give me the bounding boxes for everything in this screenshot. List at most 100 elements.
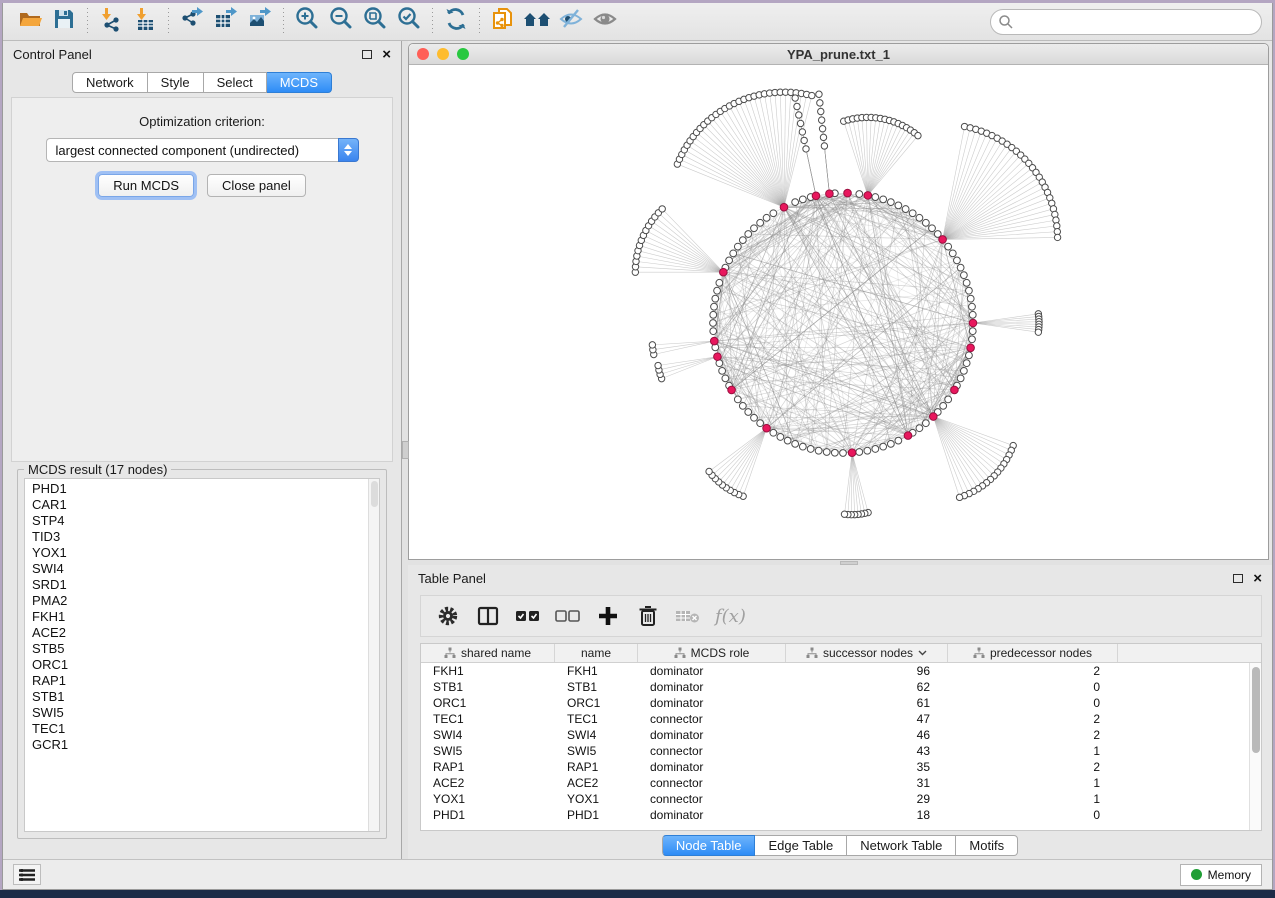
table-cell[interactable]: 31 [786,775,948,791]
graph-node[interactable] [757,219,764,226]
graph-node[interactable] [659,206,665,212]
graph-node[interactable] [799,443,806,450]
graph-hub-node[interactable] [714,353,722,361]
graph-node[interactable] [739,237,746,244]
graph-node[interactable] [969,328,976,335]
graph-node[interactable] [940,402,947,409]
graph-node[interactable] [739,402,746,409]
table-cell[interactable]: 18 [786,807,948,823]
graph-node[interactable] [902,206,909,213]
table-row[interactable]: ORC1ORC1dominator610 [421,695,1261,711]
clone-network-button[interactable] [486,7,520,37]
graph-node[interactable] [1054,234,1060,240]
graph-hub-node[interactable] [780,203,788,211]
table-cell[interactable]: dominator [638,727,786,743]
zoom-fit-button[interactable] [358,7,392,37]
graph-node[interactable] [797,120,803,126]
table-cell[interactable]: RAP1 [421,759,555,775]
splitter-grip[interactable] [402,441,409,459]
graph-hub-node[interactable] [844,189,852,197]
tab-edge-table[interactable]: Edge Table [755,835,847,856]
tab-network-table[interactable]: Network Table [847,835,956,856]
list-scrollbar[interactable] [368,479,379,831]
graph-node[interactable] [757,420,764,427]
table-cell[interactable]: SWI4 [555,727,638,743]
graph-node[interactable] [840,450,847,457]
graph-node[interactable] [963,360,970,367]
table-cell[interactable]: 61 [786,695,948,711]
graph-node[interactable] [966,352,973,359]
table-cell[interactable]: SWI4 [421,727,555,743]
add-row-button[interactable] [595,603,621,629]
mcds-result-item[interactable]: PMA2 [32,593,368,609]
mcds-result-item[interactable]: PHD1 [32,481,368,497]
mcds-result-item[interactable]: SRD1 [32,577,368,593]
table-scrollbar[interactable] [1249,663,1261,830]
graph-node[interactable] [751,225,758,232]
graph-node[interactable] [960,367,967,374]
search-input[interactable] [990,9,1262,35]
graph-node[interactable] [770,210,777,217]
column-header-name[interactable]: name [555,644,638,662]
graph-node[interactable] [820,134,826,140]
graph-node[interactable] [966,287,973,294]
table-cell[interactable]: PHD1 [555,807,638,823]
graph-node[interactable] [655,362,661,368]
graph-hub-node[interactable] [848,449,856,457]
graph-hub-node[interactable] [710,337,718,345]
import-table-button[interactable] [128,7,162,37]
tab-mcds[interactable]: MCDS [267,72,332,93]
table-cell[interactable]: 1 [948,775,1118,791]
graph-node[interactable] [956,494,962,500]
graph-node[interactable] [719,367,726,374]
graph-hub-node[interactable] [951,386,959,394]
graph-node[interactable] [909,210,916,217]
graph-node[interactable] [969,303,976,310]
table-cell[interactable]: ORC1 [555,695,638,711]
table-row[interactable]: FKH1FKH1dominator962 [421,663,1261,679]
graph-hub-node[interactable] [969,319,977,327]
table-cell[interactable]: 2 [948,711,1118,727]
network-canvas[interactable] [409,65,1267,559]
graph-node[interactable] [922,219,929,226]
tab-motifs[interactable]: Motifs [956,835,1018,856]
graph-node[interactable] [949,250,956,257]
table-cell[interactable]: 46 [786,727,948,743]
mcds-result-item[interactable]: YOX1 [32,545,368,561]
graph-node[interactable] [864,447,871,454]
table-cell[interactable]: 2 [948,663,1118,679]
table-cell[interactable]: 0 [948,807,1118,823]
close-panel-button[interactable]: Close panel [207,174,306,197]
table-cell[interactable]: SWI5 [421,743,555,759]
table-cell[interactable]: STB1 [555,679,638,695]
table-row[interactable]: SWI4SWI4dominator462 [421,727,1261,743]
column-header-MCDS-role[interactable]: MCDS role [638,644,786,662]
table-cell[interactable]: connector [638,743,786,759]
graph-node[interactable] [916,425,923,432]
graph-hub-node[interactable] [812,192,820,200]
table-cell[interactable]: YOX1 [421,791,555,807]
table-cell[interactable]: FKH1 [421,663,555,679]
save-session-button[interactable] [47,7,81,37]
open-file-button[interactable] [13,7,47,37]
graph-node[interactable] [722,375,729,382]
table-cell[interactable]: 29 [786,791,948,807]
tab-style[interactable]: Style [148,72,204,93]
graph-node[interactable] [1035,329,1041,335]
table-cell[interactable]: dominator [638,663,786,679]
graph-hub-node[interactable] [826,190,834,198]
table-cell[interactable]: 96 [786,663,948,679]
graph-node[interactable] [745,409,752,416]
zoom-out-button[interactable] [324,7,358,37]
graph-node[interactable] [818,117,824,123]
graph-node[interactable] [801,137,807,143]
tab-network[interactable]: Network [72,72,148,93]
table-cell[interactable]: dominator [638,807,786,823]
graph-hub-node[interactable] [864,192,872,200]
table-cell[interactable]: dominator [638,679,786,695]
graph-node[interactable] [895,437,902,444]
graph-node[interactable] [957,264,964,271]
export-table-button[interactable] [209,7,243,37]
table-cell[interactable]: connector [638,711,786,727]
graph-node[interactable] [887,440,894,447]
